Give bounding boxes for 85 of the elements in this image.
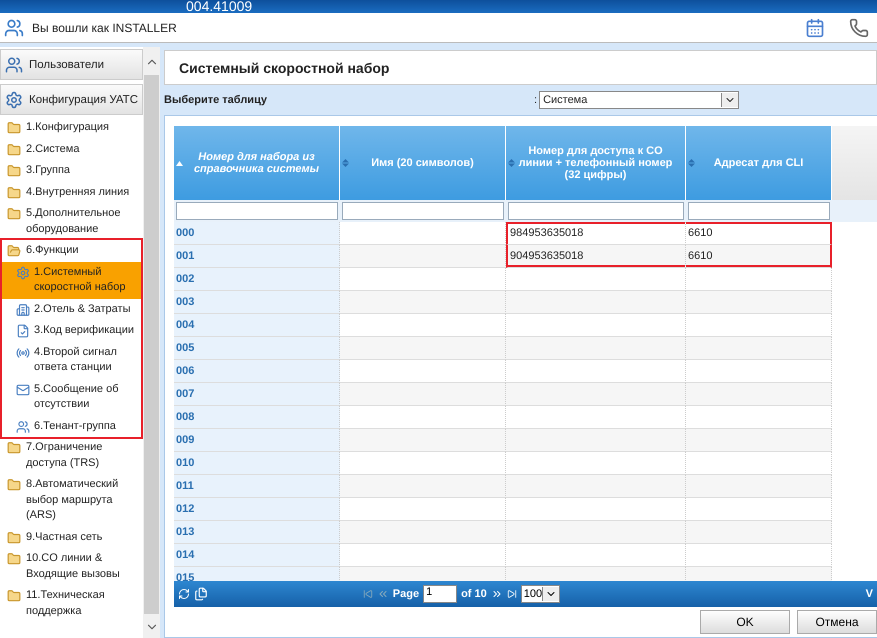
table-dropdown[interactable]: Система — [539, 91, 740, 109]
calendar-icon[interactable] — [805, 18, 825, 38]
row-number: 002 — [174, 268, 340, 291]
open-folder-icon — [7, 244, 21, 258]
tree-item[interactable]: 4.Второй сигнал ответа станции — [2, 342, 141, 378]
gear-icon — [16, 266, 30, 280]
folder-icon — [7, 186, 21, 200]
last-page-icon[interactable] — [506, 589, 517, 599]
folder-icon — [7, 207, 21, 221]
document-icon — [16, 324, 30, 338]
field-label: Выберите таблицу — [164, 94, 268, 106]
tree-item[interactable]: 2.Отель & Затраты — [2, 298, 141, 320]
row-number: 001 — [174, 245, 340, 268]
tree-item[interactable]: 9.Частная сеть — [2, 526, 141, 548]
table-cell: 984953635018 — [506, 222, 686, 245]
page-size-dropdown[interactable]: 100 — [520, 585, 560, 603]
filter-field[interactable] — [688, 202, 830, 220]
tree-item[interactable]: 3.Код верификации — [2, 320, 141, 342]
tree-item[interactable]: 6.Функции — [2, 240, 141, 262]
tree-item[interactable]: 2.Система — [2, 138, 141, 160]
scrollbar[interactable] — [143, 47, 160, 638]
separator-text: : — [534, 94, 538, 106]
prev-page-icon[interactable] — [376, 588, 389, 600]
tree-item[interactable]: 5.Сообщение об отсутствии — [2, 378, 141, 416]
building-icon — [16, 302, 30, 316]
page-title: Системный скоростной набор — [164, 50, 877, 85]
user-icon — [4, 18, 24, 38]
filter-field[interactable] — [176, 202, 338, 220]
filter-field[interactable] — [508, 202, 684, 220]
gear-icon — [5, 90, 23, 108]
tree-item[interactable]: 3.Группа — [2, 160, 141, 182]
next-page-icon[interactable] — [490, 588, 503, 600]
user-icon — [5, 56, 23, 74]
tree-item[interactable]: 8.Автоматический выбор маршрута (ARS) — [2, 474, 141, 526]
version-text: 004.41009 — [186, 0, 252, 13]
row-number: 005 — [174, 337, 340, 360]
row-number: 014 — [174, 544, 340, 567]
row-number: 011 — [174, 475, 340, 498]
signal-icon — [16, 346, 30, 360]
tree-item[interactable]: 5.Дополнительное оборудование — [2, 203, 141, 240]
row-number: 009 — [174, 429, 340, 452]
tree-item[interactable]: 6.Тенант-группа — [2, 416, 141, 437]
sidebar-section[interactable]: Пользователи — [0, 49, 143, 80]
folder-icon — [7, 142, 21, 156]
row-number: 010 — [174, 452, 340, 475]
row-number: 008 — [174, 406, 340, 429]
login-status: Вы вошли как INSTALLER — [32, 20, 178, 34]
sidebar-section[interactable]: Конфигурация УАТС — [0, 84, 143, 115]
row-number: 003 — [174, 291, 340, 314]
row-number: 000 — [174, 222, 340, 245]
folder-icon — [7, 530, 21, 544]
row-number: 004 — [174, 314, 340, 337]
ok-button[interactable]: OK — [700, 610, 790, 634]
copy-icon[interactable] — [194, 587, 208, 601]
folder-icon — [7, 441, 21, 455]
page-field[interactable]: 1 — [423, 585, 458, 603]
tree-item[interactable]: 1.Конфигурация — [2, 117, 141, 138]
view-text: V — [866, 588, 873, 600]
first-page-icon[interactable] — [362, 589, 373, 599]
table-cell: 6610 — [686, 245, 832, 268]
folder-icon — [7, 589, 21, 603]
tree-item[interactable]: 10.CO линии & Входящие вызовы — [2, 548, 141, 585]
row-number: 013 — [174, 521, 340, 544]
page-count: of 10 — [461, 588, 487, 600]
folder-icon — [7, 478, 21, 492]
row-number: 012 — [174, 498, 340, 521]
row-number: 006 — [174, 360, 340, 383]
row-number: 007 — [174, 383, 340, 406]
table-cell: 904953635018 — [506, 245, 686, 268]
phone-icon[interactable] — [849, 18, 869, 38]
row-number: 015 — [174, 567, 340, 581]
envelope-icon — [16, 382, 30, 396]
tree-item[interactable]: 1.Системный скоростной набор — [2, 262, 141, 298]
page-label: Page — [392, 588, 420, 600]
people-icon — [16, 420, 30, 434]
folder-icon — [7, 121, 21, 135]
refresh-icon[interactable] — [178, 588, 190, 600]
cancel-button[interactable]: Отмена — [797, 610, 877, 634]
folder-icon — [7, 164, 21, 178]
tree-item[interactable]: 7.Ограничение доступа (TRS) — [2, 437, 141, 474]
folder-icon — [7, 552, 21, 566]
tree-item[interactable]: 4.Внутренняя линия — [2, 182, 141, 203]
table-cell: 6610 — [686, 222, 832, 245]
tree-item[interactable]: 11.Техническая поддержка — [2, 585, 141, 622]
filter-field[interactable] — [342, 202, 504, 220]
